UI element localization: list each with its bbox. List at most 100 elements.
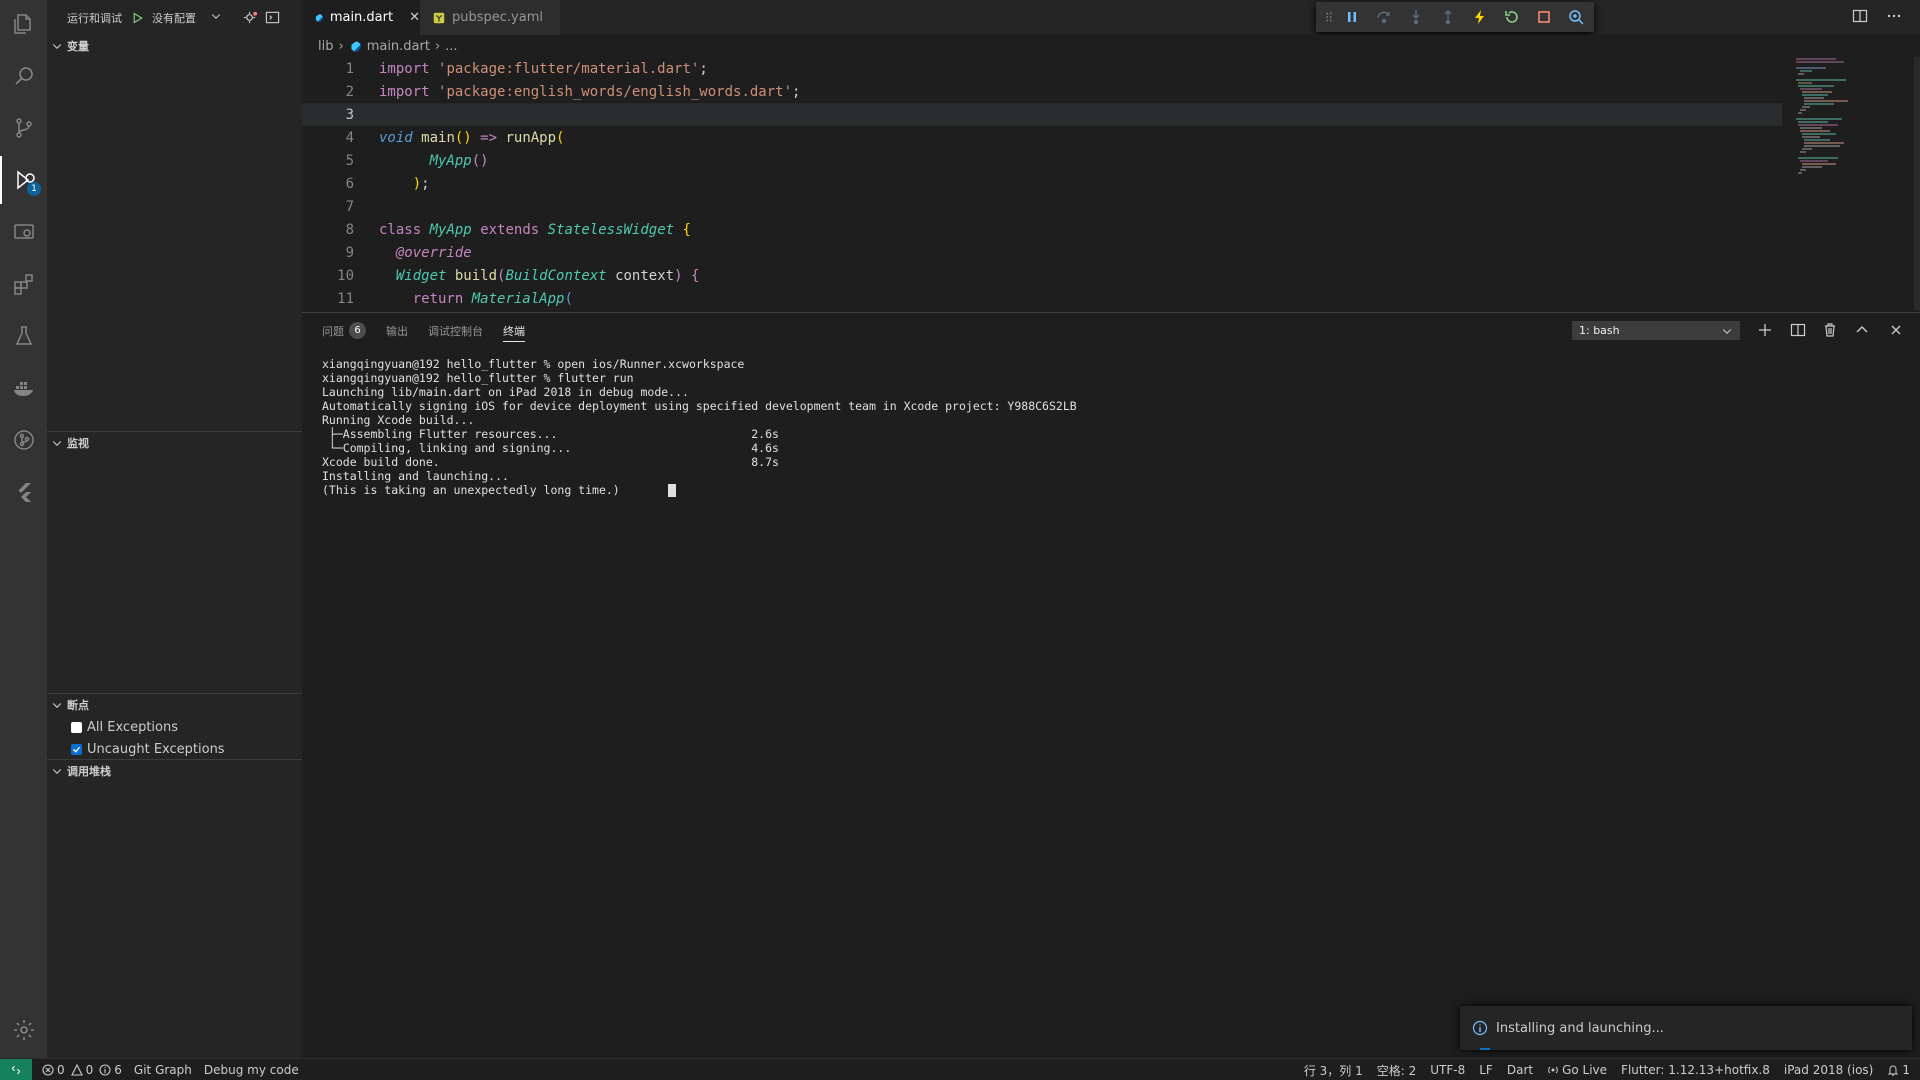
indentation-status[interactable]: 空格: 2 xyxy=(1377,1062,1417,1079)
terminal-line: Launching lib/main.dart on iPad 2018 in … xyxy=(322,385,689,399)
new-terminal-icon[interactable] xyxy=(1757,322,1773,338)
go-live-status[interactable]: Go Live xyxy=(1547,1063,1607,1077)
terminal-line: Xcode build done. 8.7s xyxy=(322,455,779,469)
tab-output[interactable]: 输出 xyxy=(386,313,408,348)
eol-status[interactable]: LF xyxy=(1479,1063,1493,1077)
breakpoints-section-header[interactable]: 断点 xyxy=(47,694,302,716)
close-icon[interactable]: ✕ xyxy=(409,10,420,25)
language-mode-status[interactable]: Dart xyxy=(1507,1063,1533,1077)
device-status[interactable]: iPad 2018 (ios) xyxy=(1784,1063,1873,1077)
hot-reload-icon[interactable] xyxy=(1464,2,1496,32)
docker-icon[interactable] xyxy=(0,364,47,412)
tab-debug-console[interactable]: 调试控制台 xyxy=(428,313,483,348)
all-exceptions-checkbox[interactable] xyxy=(71,721,82,733)
pause-icon[interactable] xyxy=(1336,2,1368,32)
code-editor[interactable]: 1 import 'package:flutter/material.dart'… xyxy=(302,57,1920,310)
code-text: class MyApp extends StatelessWidget { xyxy=(379,221,691,238)
launch-config-select[interactable]: 没有配置 xyxy=(152,10,236,26)
warning-icon xyxy=(70,1063,83,1076)
tab-label: pubspec.yaml xyxy=(452,10,543,25)
debug-floating-toolbar xyxy=(1316,2,1594,32)
drag-handle-icon[interactable] xyxy=(1322,2,1336,32)
open-launch-json-icon[interactable] xyxy=(242,10,258,26)
breadcrumb-folder[interactable]: lib xyxy=(318,39,333,54)
notification-toast[interactable]: Installing and launching... xyxy=(1460,1006,1912,1050)
code-line: 7 xyxy=(302,195,1782,218)
breakpoints-title: 断点 xyxy=(67,699,89,712)
more-actions-icon[interactable] xyxy=(1886,8,1902,24)
debug-toolbar-top: 运行和调试 没有配置 xyxy=(47,0,302,35)
dart-file-icon xyxy=(315,13,323,22)
split-terminal-icon[interactable] xyxy=(1790,322,1806,338)
stop-icon[interactable] xyxy=(1528,2,1560,32)
watch-title: 监视 xyxy=(67,437,89,450)
maximize-panel-icon[interactable] xyxy=(1854,322,1870,338)
start-debug-button[interactable] xyxy=(130,10,146,26)
info-count: 6 xyxy=(114,1062,122,1077)
cursor-position-status[interactable]: 行 3，列 1 xyxy=(1304,1062,1363,1079)
settings-gear-icon[interactable] xyxy=(0,1006,47,1054)
code-text: return MaterialApp( xyxy=(412,290,573,307)
editor-scrollbar[interactable] xyxy=(1914,57,1920,310)
source-control-icon[interactable] xyxy=(0,104,47,152)
error-count: 0 xyxy=(57,1062,65,1077)
minimap[interactable] xyxy=(1792,57,1912,310)
debug-console-icon[interactable] xyxy=(264,10,280,26)
encoding-status[interactable]: UTF-8 xyxy=(1430,1063,1465,1077)
extensions-icon[interactable] xyxy=(0,260,47,308)
breakpoint-label: All Exceptions xyxy=(87,719,178,735)
dart-file-icon xyxy=(351,41,361,51)
remote-explorer-icon[interactable] xyxy=(0,208,47,256)
open-devtools-icon[interactable] xyxy=(1560,2,1592,32)
tab-terminal[interactable]: 终端 xyxy=(503,313,525,348)
step-over-icon[interactable] xyxy=(1368,2,1400,32)
variables-section-header[interactable]: 变量 xyxy=(47,35,302,57)
code-line: 11 return MaterialApp( xyxy=(302,287,1782,310)
git-graph-icon[interactable] xyxy=(0,416,47,464)
code-text: void main() => runApp( xyxy=(379,129,565,146)
line-number: 1 xyxy=(345,60,354,77)
line-number: 7 xyxy=(345,198,354,215)
files-icon[interactable] xyxy=(0,0,47,48)
breadcrumb-file[interactable]: main.dart xyxy=(367,39,430,54)
notification-text: Installing and launching... xyxy=(1496,1020,1664,1036)
terminal-line: ├─Assembling Flutter resources... 2.6s xyxy=(322,427,779,441)
search-icon[interactable] xyxy=(0,52,47,100)
flutter-version-status[interactable]: Flutter: 1.12.13+hotfix.8 xyxy=(1621,1063,1770,1077)
bell-icon xyxy=(1888,1065,1899,1076)
close-panel-icon[interactable] xyxy=(1888,322,1904,338)
tab-problems[interactable]: 问题 6 xyxy=(322,313,366,348)
callstack-section-header[interactable]: 调用堆栈 xyxy=(47,760,302,782)
variables-title: 变量 xyxy=(67,40,89,53)
remote-indicator-icon[interactable] xyxy=(0,1058,32,1080)
trash-icon[interactable] xyxy=(1822,322,1838,338)
step-out-icon[interactable] xyxy=(1432,2,1464,32)
split-editor-icon[interactable] xyxy=(1852,8,1868,24)
restart-icon[interactable] xyxy=(1496,2,1528,32)
flutter-icon[interactable] xyxy=(0,468,47,516)
tab-main-dart[interactable]: main.dart ✕ xyxy=(302,0,420,35)
info-icon xyxy=(1472,1020,1488,1036)
terminal-line: (This is taking an unexpectedly long tim… xyxy=(322,483,669,497)
breakpoint-label: Uncaught Exceptions xyxy=(87,741,225,757)
testing-icon[interactable] xyxy=(0,312,47,360)
uncaught-exceptions-checkbox[interactable] xyxy=(71,743,82,755)
breakpoint-all-exceptions[interactable]: All Exceptions xyxy=(47,716,302,738)
debug-sidebar: 运行和调试 没有配置 变量 监视 断点 All Exceptions Uncau… xyxy=(47,0,302,1058)
tab-pubspec-yaml[interactable]: pubspec.yaml xyxy=(420,0,560,35)
breadcrumb-symbol[interactable]: ... xyxy=(445,39,457,54)
debug-icon[interactable]: 1 xyxy=(0,156,47,204)
git-graph-status[interactable]: Git Graph xyxy=(134,1063,192,1077)
broadcast-icon xyxy=(1548,1066,1558,1074)
code-line: 1 import 'package:flutter/material.dart'… xyxy=(302,57,1782,80)
step-into-icon[interactable] xyxy=(1400,2,1432,32)
breakpoint-uncaught-exceptions[interactable]: Uncaught Exceptions xyxy=(47,738,302,760)
problems-status[interactable]: 0 0 6 xyxy=(42,1063,122,1077)
debug-my-code-status[interactable]: Debug my code xyxy=(204,1063,299,1077)
terminal-select[interactable]: 1: bash xyxy=(1572,321,1740,340)
code-text: import 'package:english_words/english_wo… xyxy=(379,83,801,100)
chevron-down-icon xyxy=(47,437,67,449)
watch-section-header[interactable]: 监视 xyxy=(47,432,302,454)
notifications-status[interactable]: 1 xyxy=(1887,1063,1910,1077)
terminal-output[interactable]: xiangqingyuan@192 hello_flutter % open i… xyxy=(322,357,1077,497)
